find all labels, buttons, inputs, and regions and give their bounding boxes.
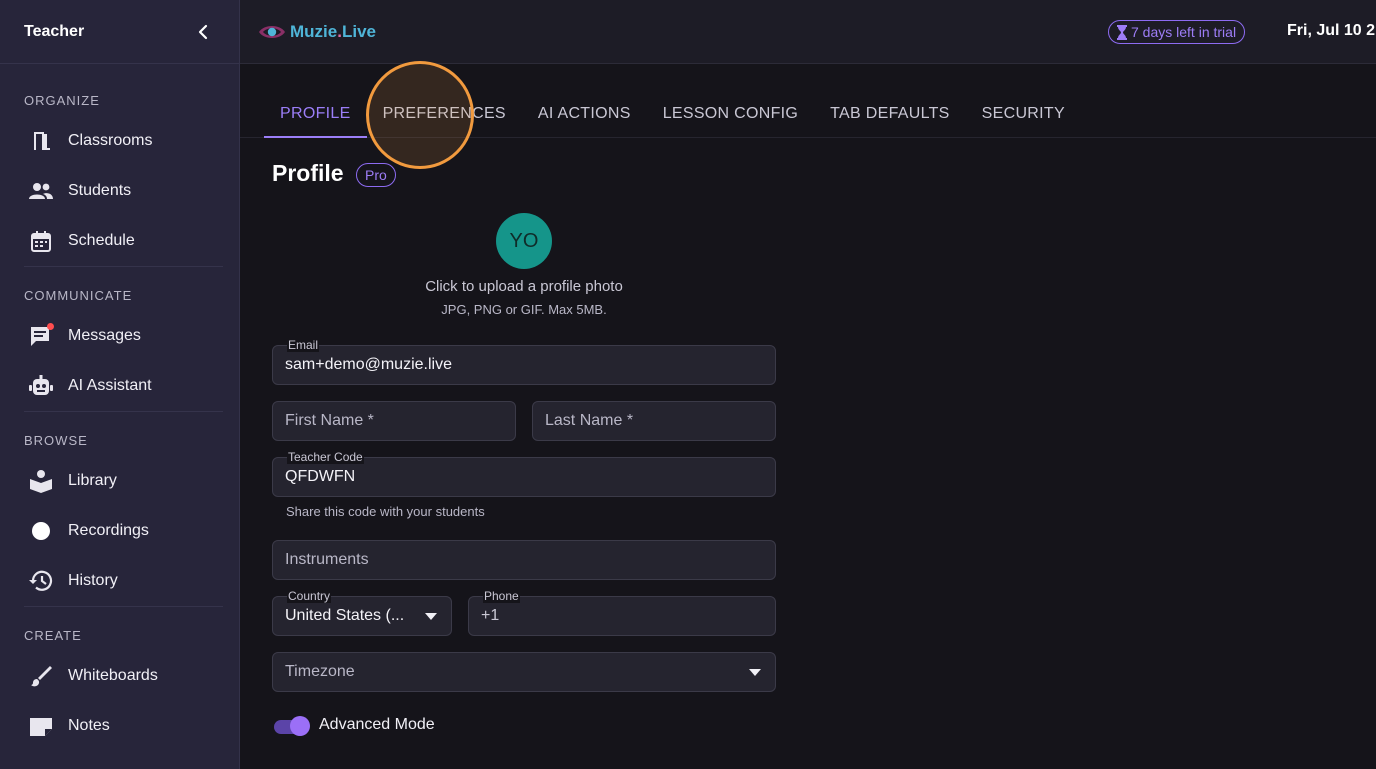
sidebar-item-label: Classrooms [68, 132, 153, 149]
email-label: Email [287, 338, 320, 352]
phone-field[interactable]: Phone +1 [468, 590, 776, 636]
sidebar-item-label: Whiteboards [68, 667, 158, 684]
caret-down-icon [425, 613, 437, 620]
sidebar-item-label: Messages [68, 327, 141, 344]
toggle-thumb [290, 716, 310, 736]
tab-tab-defaults[interactable]: TAB DEFAULTS [814, 90, 965, 137]
teacher-code-label: Teacher Code [287, 450, 364, 464]
tab-profile[interactable]: PROFILE [264, 90, 367, 138]
sidebar-item-history[interactable]: History [0, 556, 239, 606]
sidebar-item-messages[interactable]: Messages [0, 311, 239, 361]
sidebar-header: Teacher [0, 0, 239, 64]
timezone-select[interactable]: Timezone [272, 652, 776, 692]
advanced-mode-label: Advanced Mode [319, 716, 435, 733]
settings-tabs: PROFILE PREFERENCES AI ACTIONS LESSON CO… [240, 90, 1376, 138]
trial-badge[interactable]: 7 days left in trial [1108, 20, 1246, 44]
sidebar-item-label: Schedule [68, 232, 135, 249]
eye-logo-icon [258, 23, 286, 41]
instruments-placeholder: Instruments [285, 551, 369, 568]
book-reader-icon [28, 468, 54, 494]
country-select[interactable]: Country United States (... [272, 590, 452, 636]
unread-badge-dot [47, 323, 54, 330]
robot-icon [28, 373, 54, 399]
sidebar-item-label: AI Assistant [68, 377, 152, 394]
record-dot-icon [28, 518, 54, 544]
section-label-organize: ORGANIZE [24, 93, 100, 108]
sidebar-item-whiteboards[interactable]: Whiteboards [0, 651, 239, 701]
sidebar-item-ai-assistant[interactable]: AI Assistant [0, 361, 239, 411]
avatar[interactable]: YO [496, 213, 552, 269]
message-icon [28, 323, 54, 349]
email-value: sam+demo@muzie.live [285, 356, 452, 373]
brand-name-main: Muzie [290, 21, 338, 41]
teacher-code-value: QFDWFN [285, 468, 356, 485]
last-name-field[interactable]: Last Name * [532, 401, 776, 441]
first-name-placeholder: First Name * [285, 412, 374, 429]
sidebar-item-label: Notes [68, 717, 110, 734]
sidebar-item-students[interactable]: Students [0, 166, 239, 216]
sidebar-item-label: Library [68, 472, 117, 489]
sidebar-title: Teacher [24, 22, 85, 40]
phone-label: Phone [483, 589, 520, 603]
current-date: Fri, Jul 10 2 [1287, 22, 1376, 39]
page-title: Profile [272, 160, 344, 186]
country-value: United States (... [285, 607, 405, 624]
section-label-create: CREATE [24, 628, 82, 643]
section-label-browse: BROWSE [24, 433, 88, 448]
section-label-communicate: COMMUNICATE [24, 288, 133, 303]
people-icon [28, 178, 54, 204]
brand-name: Muzie.Live [290, 22, 376, 42]
sidebar-item-label: Recordings [68, 522, 149, 539]
upload-photo-requirements: JPG, PNG or GIF. Max 5MB. [441, 302, 607, 317]
first-name-field[interactable]: First Name * [272, 401, 516, 441]
note-icon [28, 713, 54, 739]
teacher-code-field[interactable]: Teacher Code QFDWFN [272, 451, 776, 497]
sidebar-item-label: Students [68, 182, 132, 199]
sidebar-item-classrooms[interactable]: Classrooms [0, 116, 239, 166]
pro-badge: Pro [356, 163, 396, 187]
tab-lesson-config[interactable]: LESSON CONFIG [647, 90, 814, 137]
caret-down-icon [749, 669, 761, 676]
sidebar-item-label: History [68, 572, 118, 589]
last-name-placeholder: Last Name * [545, 412, 634, 429]
calendar-icon [28, 228, 54, 254]
teacher-code-helper: Share this code with your students [286, 504, 485, 519]
top-bar: Muzie.Live 7 days left in trial Fri, Jul… [240, 0, 1376, 64]
country-label: Country [287, 589, 332, 603]
classroom-door-icon [28, 128, 54, 154]
tab-security[interactable]: SECURITY [966, 90, 1081, 137]
phone-value: +1 [481, 607, 500, 624]
instruments-field[interactable]: Instruments [272, 540, 776, 580]
trial-text: 7 days left in trial [1131, 24, 1237, 40]
sidebar: Teacher ORGANIZE Classrooms Students Sch… [0, 0, 240, 769]
upload-photo-hint[interactable]: Click to upload a profile photo [272, 278, 776, 295]
sidebar-item-schedule[interactable]: Schedule [0, 216, 239, 266]
email-field[interactable]: Email sam+demo@muzie.live [272, 339, 776, 385]
brand-logo[interactable]: Muzie.Live [258, 22, 376, 42]
chevron-left-icon[interactable] [191, 20, 215, 44]
tab-ai-actions[interactable]: AI ACTIONS [522, 90, 647, 137]
sidebar-item-notes[interactable]: Notes [0, 701, 239, 751]
history-icon [28, 568, 54, 594]
hourglass-icon [1117, 24, 1127, 40]
sidebar-item-recordings[interactable]: Recordings [0, 506, 239, 556]
timezone-placeholder: Timezone [285, 663, 355, 680]
advanced-mode-toggle[interactable] [272, 715, 312, 737]
sidebar-item-library[interactable]: Library [0, 456, 239, 506]
brush-icon [28, 663, 54, 689]
tab-preferences[interactable]: PREFERENCES [367, 90, 522, 137]
brand-name-suffix: Live [341, 21, 376, 41]
